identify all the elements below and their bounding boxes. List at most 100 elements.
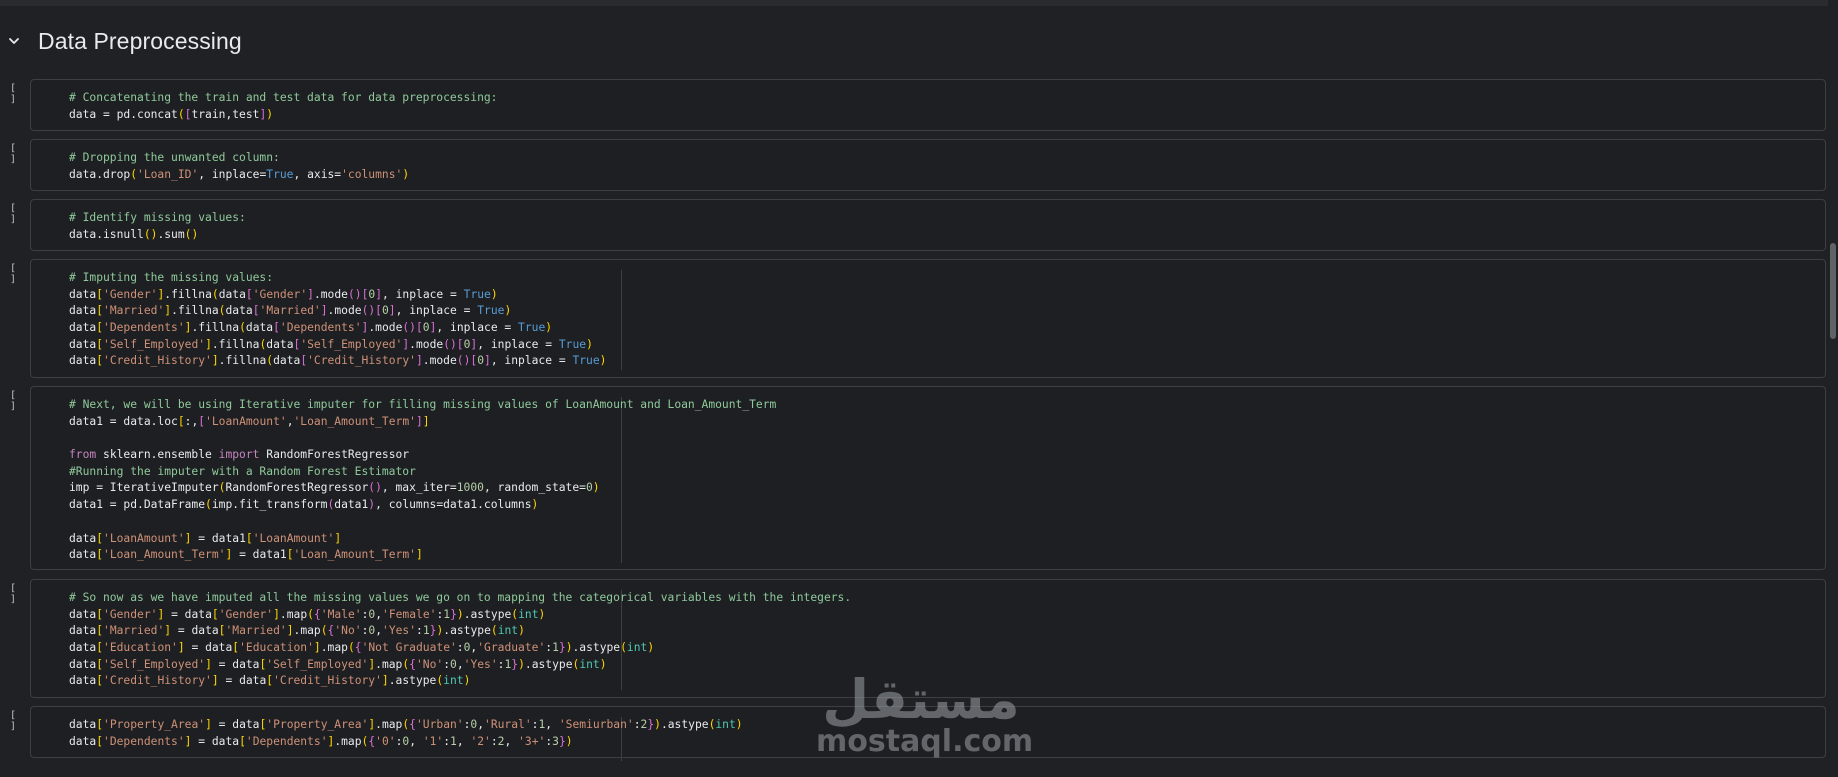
code-token: ) xyxy=(545,321,553,335)
code-line[interactable]: data['Dependents'] = data['Dependents'].… xyxy=(69,734,743,751)
code-token: data xyxy=(69,641,97,655)
code-line[interactable]: data['Gender'] = data['Gender'].map({'Ma… xyxy=(69,607,851,624)
chevron-down-icon[interactable] xyxy=(0,27,28,55)
code-editor[interactable]: # Next, we will be using Iterative imput… xyxy=(30,386,1826,570)
code-token: 'Married' xyxy=(225,624,287,638)
code-token: ] xyxy=(381,674,389,688)
code-line[interactable]: data['Credit_History'] = data['Credit_Hi… xyxy=(69,673,851,690)
code-token: 'Credit_History' xyxy=(273,674,382,688)
code-token: train,test xyxy=(191,107,260,121)
code-token: , max_iter= xyxy=(381,481,457,495)
code-token: 'Not Graduate' xyxy=(361,641,457,655)
code-token: .fillna xyxy=(218,354,267,368)
code-token: #Running the imputer with a Random Fores… xyxy=(69,464,416,478)
run-cell-button[interactable]: [ ] xyxy=(4,263,22,285)
code-line[interactable]: data['Education'] = data['Education'].ma… xyxy=(69,640,851,657)
code-token: .map xyxy=(375,657,403,671)
scrollbar-thumb[interactable] xyxy=(1830,243,1836,339)
code-line[interactable]: data.drop('Loan_ID', inplace=True, axis=… xyxy=(69,167,409,184)
code-token: data xyxy=(69,531,97,545)
code-line[interactable]: from sklearn.ensemble import RandomFores… xyxy=(69,447,776,464)
code-line[interactable]: imp = IterativeImputer(RandomForestRegre… xyxy=(69,480,776,497)
code-line[interactable]: data = pd.concat([train,test]) xyxy=(69,107,497,124)
code-text[interactable]: data['Property_Area'] = data['Property_A… xyxy=(69,717,743,750)
run-cell-button[interactable]: [ ] xyxy=(4,710,22,732)
code-token: .map xyxy=(375,718,403,731)
code-token: () xyxy=(184,227,199,241)
code-token: True xyxy=(477,304,505,318)
code-line[interactable]: data['Gender'].fillna(data['Gender'].mod… xyxy=(69,287,606,304)
code-line[interactable]: # Concatenating the train and test data … xyxy=(69,90,497,107)
code-line[interactable]: #Running the imputer with a Random Fores… xyxy=(69,464,776,481)
run-cell-button[interactable]: [ ] xyxy=(4,203,22,225)
code-token: : xyxy=(633,718,641,731)
code-token: [ xyxy=(96,607,104,621)
code-editor[interactable]: # Identify missing values: data.isnull().… xyxy=(30,199,1826,251)
code-line[interactable]: # Dropping the unwanted column: xyxy=(69,150,409,167)
code-token: data xyxy=(245,321,274,335)
code-text[interactable]: # Concatenating the train and test data … xyxy=(69,90,497,123)
code-token: ] xyxy=(334,531,342,545)
run-cell-button[interactable]: [ ] xyxy=(4,83,22,105)
code-line[interactable]: data['Married'].fillna(data['Married'].m… xyxy=(69,303,606,320)
code-token: [ xyxy=(96,304,104,318)
code-token: , inplace = xyxy=(382,287,464,301)
code-editor[interactable]: # Imputing the missing values: data['Gend… xyxy=(30,259,1826,378)
code-line[interactable]: data.isnull().sum() xyxy=(69,227,246,244)
code-token: True xyxy=(463,287,491,301)
code-token: 'Semiurban' xyxy=(558,718,634,731)
code-line[interactable]: data['Loan_Amount_Term'] = data1['Loan_A… xyxy=(69,547,776,564)
code-token: [ xyxy=(375,304,382,318)
code-line[interactable] xyxy=(69,430,776,447)
code-token: int xyxy=(579,657,600,671)
code-token: ) xyxy=(592,481,600,495)
code-token: ) xyxy=(266,107,274,121)
code-token: , xyxy=(545,718,559,731)
code-token: 'Urban' xyxy=(415,718,464,731)
code-token: 'Credit_History' xyxy=(103,674,212,688)
code-token: 'Dependents' xyxy=(279,321,362,335)
run-cell-button[interactable]: [ ] xyxy=(4,583,22,605)
code-token: [ xyxy=(96,287,104,301)
run-cell-button[interactable]: [ ] xyxy=(4,390,22,412)
code-line[interactable]: data['Property_Area'] = data['Property_A… xyxy=(69,717,743,734)
code-line[interactable] xyxy=(69,514,776,531)
code-line[interactable]: data['Credit_History'].fillna(data['Cred… xyxy=(69,353,606,370)
code-text[interactable]: # Identify missing values: data.isnull().… xyxy=(69,210,246,243)
code-token: 'LoanAmount' xyxy=(252,531,335,545)
code-editor[interactable]: # Dropping the unwanted column: data.drop… xyxy=(30,139,1826,191)
code-line[interactable]: # Imputing the missing values: xyxy=(69,270,606,287)
code-token: { xyxy=(409,718,416,731)
code-editor[interactable]: # So now as we have imputed all the miss… xyxy=(30,579,1826,698)
code-token: data xyxy=(69,321,97,335)
code-text[interactable]: # So now as we have imputed all the miss… xyxy=(69,590,851,690)
run-cell-button[interactable]: [ ] xyxy=(4,143,22,165)
code-line[interactable]: # Next, we will be using Iterative imput… xyxy=(69,397,776,414)
code-token: 0 xyxy=(477,354,485,368)
code-line[interactable]: data1 = data.loc[:,['LoanAmount','Loan_A… xyxy=(69,414,776,431)
code-token: ) xyxy=(518,657,525,671)
code-line[interactable]: data['Married'] = data['Married'].map({'… xyxy=(69,623,851,640)
code-editor[interactable]: # Concatenating the train and test data … xyxy=(30,79,1826,131)
code-line[interactable]: data['LoanAmount'] = data1['LoanAmount'] xyxy=(69,531,776,548)
code-token: .map xyxy=(293,624,321,638)
code-token: 'Loan_ID' xyxy=(137,167,199,181)
code-text[interactable]: # Imputing the missing values: data['Gend… xyxy=(69,270,606,370)
code-token: 0 xyxy=(381,304,389,318)
code-text[interactable]: # Next, we will be using Iterative imput… xyxy=(69,397,776,564)
code-line[interactable]: data['Dependents'].fillna(data['Dependen… xyxy=(69,320,606,337)
vertical-scrollbar[interactable] xyxy=(1828,0,1838,777)
code-line[interactable]: data['Self_Employed'] = data['Self_Emplo… xyxy=(69,657,851,674)
code-token: RandomForestRegressor xyxy=(259,448,410,462)
code-line[interactable]: data1 = pd.DataFrame(imp.fit_transform(d… xyxy=(69,497,776,514)
code-text[interactable]: # Dropping the unwanted column: data.drop… xyxy=(69,150,409,183)
code-line[interactable]: # So now as we have imputed all the miss… xyxy=(69,590,851,607)
section-header: Data Preprocessing xyxy=(0,18,242,64)
code-token: ] xyxy=(375,287,383,301)
code-token: data xyxy=(69,354,97,368)
code-token: 'LoanAmount' xyxy=(205,414,287,428)
code-token: ) xyxy=(518,624,525,638)
code-line[interactable]: data['Self_Employed'].fillna(data['Self_… xyxy=(69,337,606,354)
code-line[interactable]: # Identify missing values: xyxy=(69,210,246,227)
code-editor[interactable]: data['Property_Area'] = data['Property_A… xyxy=(30,706,1826,761)
